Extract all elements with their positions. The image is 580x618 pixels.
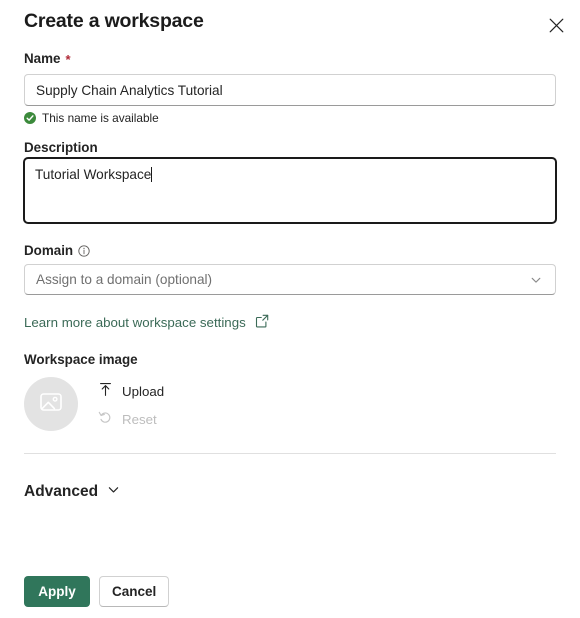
description-value: Tutorial Workspace [35, 167, 152, 182]
reset-label: Reset [122, 411, 157, 427]
upload-icon [98, 382, 113, 400]
text-cursor [151, 167, 153, 182]
page-title: Create a workspace [24, 10, 204, 32]
apply-button[interactable]: Apply [24, 576, 90, 607]
chevron-down-icon [528, 274, 544, 286]
chevron-down-icon [107, 483, 120, 501]
required-asterisk: * [65, 52, 71, 67]
name-label: Name * [24, 51, 71, 66]
description-label: Description [24, 140, 98, 155]
close-icon [549, 18, 564, 33]
domain-placeholder-text: Assign to a domain (optional) [36, 272, 213, 287]
name-input[interactable] [24, 74, 556, 106]
advanced-section-toggle[interactable]: Advanced [24, 483, 120, 501]
workspace-image-actions: Upload Reset [98, 381, 164, 429]
reset-arrow-icon [98, 410, 113, 428]
checkmark-circle-icon [24, 112, 36, 124]
cancel-button[interactable]: Cancel [99, 576, 170, 607]
name-availability-status: This name is available [24, 111, 159, 125]
learn-more-link[interactable]: Learn more about workspace settings [24, 314, 269, 331]
upload-label: Upload [122, 383, 165, 399]
description-textarea[interactable]: Tutorial Workspace [23, 157, 557, 224]
advanced-label: Advanced [24, 483, 99, 500]
workspace-image-avatar [24, 377, 78, 431]
close-button[interactable] [540, 9, 572, 41]
create-workspace-dialog: Create a workspace Name * This name is a… [0, 0, 580, 618]
learn-more-label: Learn more about workspace settings [24, 315, 246, 330]
image-placeholder-icon [38, 389, 64, 420]
info-icon[interactable] [78, 244, 90, 257]
description-label-text: Description [24, 140, 98, 155]
external-link-icon [255, 314, 269, 331]
domain-label: Domain [24, 243, 90, 258]
reset-image-button[interactable]: Reset [98, 409, 164, 429]
name-label-text: Name [24, 51, 61, 66]
name-availability-text: This name is available [42, 111, 159, 125]
section-divider [24, 453, 556, 454]
workspace-image-label: Workspace image [24, 352, 138, 367]
upload-image-button[interactable]: Upload [98, 381, 164, 401]
workspace-image-label-text: Workspace image [24, 352, 138, 367]
domain-label-text: Domain [24, 243, 74, 258]
domain-dropdown[interactable]: Assign to a domain (optional) [24, 264, 556, 295]
dialog-header: Create a workspace [0, 0, 580, 46]
